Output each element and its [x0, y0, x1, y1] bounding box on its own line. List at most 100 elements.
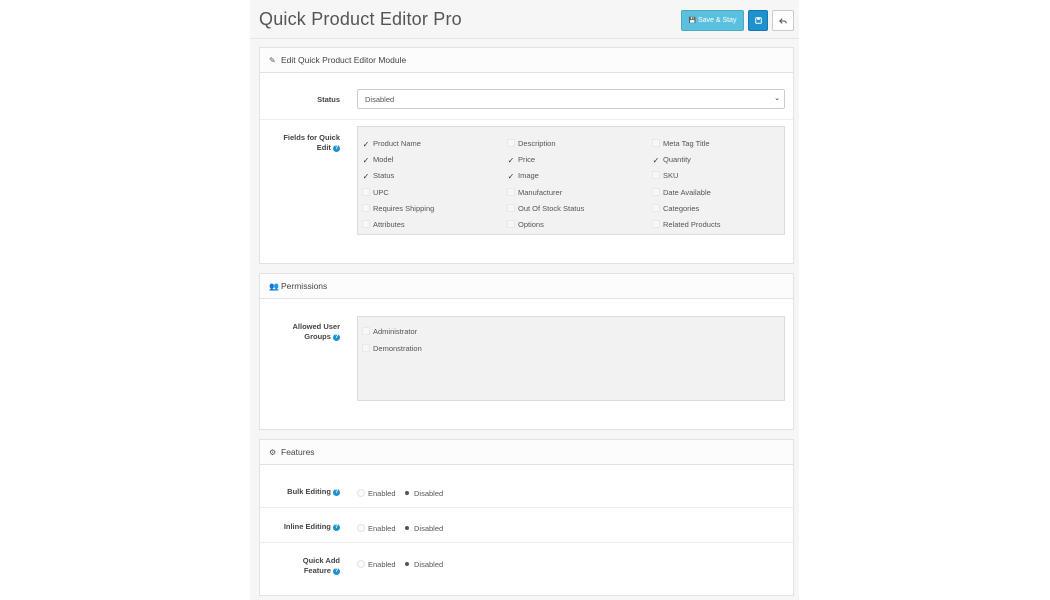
feature-radio-enabled[interactable]: Enabled	[357, 560, 396, 569]
cogs-icon: ⚙	[269, 447, 277, 457]
field-checkbox-label: Model	[373, 155, 394, 165]
checkmark-icon[interactable]: ✓	[507, 157, 515, 165]
edit-module-panel-heading: ✎ Edit Quick Product Editor Module	[260, 48, 793, 73]
field-checkbox-manufacturer[interactable]: Manufacturer	[507, 187, 563, 197]
checkmark-icon[interactable]: ✓	[507, 173, 515, 181]
field-checkbox-label: Categories	[663, 203, 700, 213]
help-icon[interactable]: ?	[333, 567, 340, 575]
field-checkbox-requires-shipping[interactable]: Requires Shipping	[362, 203, 435, 213]
field-checkbox-label: Meta Tag Title	[663, 139, 710, 148]
checkbox-icon[interactable]	[652, 139, 660, 147]
field-checkbox-meta-tag-title[interactable]: Meta Tag Title	[652, 139, 710, 148]
checkbox-icon[interactable]	[652, 203, 660, 212]
feature-radio-disabled[interactable]: Disabled	[403, 489, 443, 498]
floppy-disk-icon: 💾	[688, 18, 696, 24]
floppy-disk-icon	[754, 17, 762, 24]
field-checkbox-description[interactable]: Description	[507, 139, 556, 148]
field-checkbox-image[interactable]: ✓ Image	[507, 171, 539, 181]
checkbox-icon[interactable]	[507, 187, 515, 196]
checkbox-icon[interactable]	[652, 187, 660, 196]
feature-label: Bulk Editing ?	[270, 487, 340, 497]
back-button[interactable]	[772, 10, 794, 31]
checkbox-icon[interactable]	[507, 220, 515, 228]
field-checkbox-price[interactable]: ✓ Price	[507, 155, 535, 165]
fields-checkbox-well	[357, 126, 785, 235]
radio-icon[interactable]	[357, 489, 365, 497]
checkbox-icon[interactable]	[652, 220, 660, 228]
field-checkbox-label: UPC	[373, 187, 389, 197]
checkbox-icon[interactable]	[362, 344, 370, 352]
field-checkbox-product-name[interactable]: ✓ Product Name	[362, 139, 421, 149]
field-checkbox-label: Status	[373, 171, 395, 181]
checkbox-icon[interactable]	[652, 171, 660, 180]
checkbox-icon[interactable]	[362, 203, 370, 212]
user-groups-well	[357, 316, 785, 401]
field-checkbox-quantity[interactable]: ✓ Quantity	[652, 155, 691, 165]
radio-icon[interactable]	[357, 524, 365, 532]
field-checkbox-status[interactable]: ✓ Status	[362, 171, 395, 181]
radio-label: Disabled	[414, 524, 444, 533]
field-checkbox-upc[interactable]: UPC	[362, 187, 389, 197]
user-group-checkbox-demonstration[interactable]: Demonstration	[362, 344, 422, 353]
help-icon[interactable]: ?	[333, 488, 340, 496]
radio-label: Enabled	[368, 489, 396, 498]
checkbox-icon[interactable]	[362, 187, 370, 196]
checkmark-icon[interactable]: ✓	[652, 157, 660, 165]
radio-label: Disabled	[414, 560, 444, 569]
field-checkbox-label: Date Available	[663, 187, 711, 197]
radio-icon[interactable]	[403, 560, 411, 568]
feature-row-divider	[260, 542, 793, 543]
save-and-stay-button[interactable]: 💾 Save & Stay	[681, 10, 744, 31]
groups-label-line-1: Allowed User	[292, 322, 340, 331]
feature-radio-disabled[interactable]: Disabled	[403, 524, 443, 533]
checkmark-icon[interactable]: ✓	[362, 141, 370, 149]
groups-label-line-2: Groups	[304, 332, 331, 341]
checkbox-icon[interactable]	[507, 203, 515, 212]
field-checkbox-related-products[interactable]: Related Products	[652, 220, 721, 229]
radio-icon[interactable]	[357, 560, 365, 568]
help-icon[interactable]: ?	[333, 523, 340, 531]
checkmark-icon[interactable]: ✓	[362, 157, 370, 165]
status-label: Status	[270, 95, 340, 105]
feature-label-text: Quick Add	[302, 556, 340, 565]
field-checkbox-attributes[interactable]: Attributes	[362, 220, 405, 229]
user-group-checkbox-administrator[interactable]: Administrator	[362, 327, 417, 336]
fields-label-line-2: Edit	[316, 143, 331, 152]
field-checkbox-sku[interactable]: SKU	[652, 171, 678, 180]
checkmark-icon[interactable]: ✓	[362, 173, 370, 181]
feature-label: Quick Add Feature ?	[270, 556, 340, 576]
field-checkbox-options[interactable]: Options	[507, 220, 544, 229]
help-icon[interactable]: ?	[333, 144, 340, 152]
field-checkbox-label: Requires Shipping	[373, 203, 435, 213]
feature-radio-disabled[interactable]: Disabled	[403, 560, 443, 569]
radio-icon[interactable]	[403, 489, 411, 497]
feature-radio-enabled[interactable]: Enabled	[357, 524, 396, 533]
fields-label-line-1: Fields for Quick	[283, 133, 340, 142]
field-checkbox-categories[interactable]: Categories	[652, 203, 700, 213]
checkbox-icon[interactable]	[507, 139, 515, 147]
feature-label-text: Bulk Editing	[287, 487, 331, 496]
save-button[interactable]	[748, 10, 768, 31]
header-divider	[250, 38, 799, 39]
field-checkbox-label: Quantity	[663, 155, 691, 165]
feature-label: Inline Editing ?	[270, 522, 340, 532]
field-checkbox-date-available[interactable]: Date Available	[652, 187, 711, 197]
field-checkbox-label: Manufacturer	[518, 187, 563, 197]
help-icon[interactable]: ?	[333, 333, 340, 341]
field-checkbox-label: Image	[518, 171, 539, 181]
radio-icon[interactable]	[403, 524, 411, 532]
field-checkbox-out-of-stock-status[interactable]: Out Of Stock Status	[507, 203, 585, 213]
allowed-user-groups-label: Allowed User Groups ?	[270, 322, 340, 342]
edit-module-panel-title: Edit Quick Product Editor Module	[281, 55, 407, 65]
field-checkbox-model[interactable]: ✓ Model	[362, 155, 394, 165]
status-select-value: Disabled	[365, 94, 395, 104]
status-label-text: Status	[317, 95, 340, 104]
status-select[interactable]: Disabled ⌄	[357, 89, 785, 109]
permissions-panel-heading: 👥 Permissions	[260, 274, 793, 299]
checkbox-icon[interactable]	[362, 220, 370, 228]
reply-arrow-icon	[779, 17, 787, 24]
feature-radio-enabled[interactable]: Enabled	[357, 489, 396, 498]
field-checkbox-label: Out Of Stock Status	[518, 203, 585, 213]
checkbox-icon[interactable]	[362, 327, 370, 335]
users-icon: 👥	[269, 281, 279, 291]
